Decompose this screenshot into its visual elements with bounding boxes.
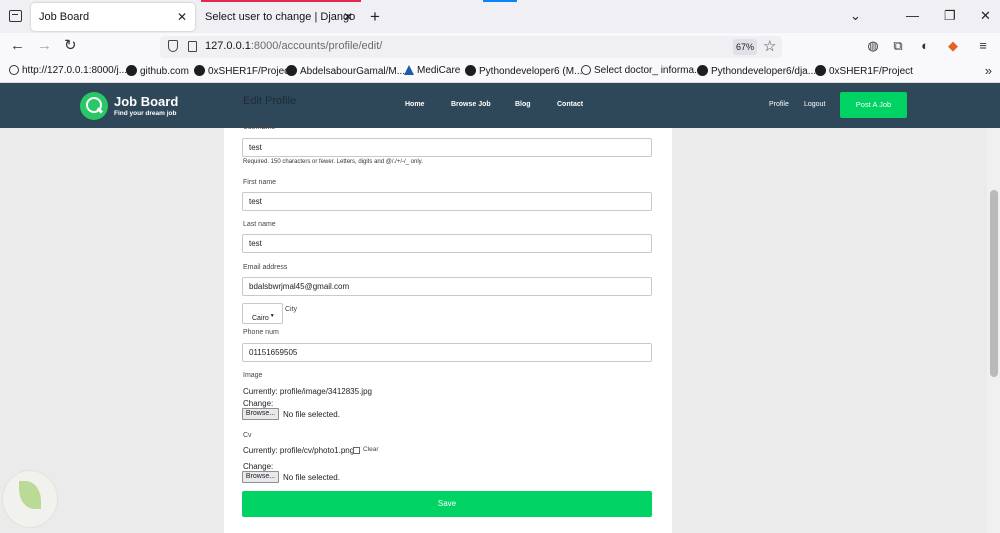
bookmark-item[interactable]: AbdelsabourGamal/M... xyxy=(286,65,405,77)
tab-list-icon[interactable] xyxy=(9,10,22,22)
address-bar[interactable]: 127.0.0.1:8000/accounts/profile/edit/ 67… xyxy=(160,36,782,58)
cv-clear-checkbox[interactable] xyxy=(353,447,360,454)
fox-icon[interactable]: ◆ xyxy=(945,38,961,54)
nav-home[interactable]: Home xyxy=(405,101,424,108)
cv-clear-label[interactable]: Clear xyxy=(363,446,379,453)
tab-loading-indicator xyxy=(201,0,361,2)
page-info-icon[interactable] xyxy=(188,41,197,52)
github-icon xyxy=(126,65,137,76)
image-no-file: No file selected. xyxy=(283,410,340,419)
nav-browse-job[interactable]: Browse Job xyxy=(451,101,491,108)
github-icon xyxy=(815,65,826,76)
minimize-icon[interactable]: — xyxy=(906,8,919,23)
last-name-label: Last name xyxy=(243,221,276,228)
cv-change-label: Change: xyxy=(243,462,274,471)
dropdown-caret-icon: ▼ xyxy=(269,313,275,319)
tab-title: Job Board xyxy=(39,11,90,23)
forward-arrow-icon[interactable]: → xyxy=(37,38,52,54)
cv-label: Cv xyxy=(243,432,252,439)
nav-logout[interactable]: Logout xyxy=(804,101,825,108)
menu-icon[interactable]: ≡ xyxy=(975,38,991,54)
search-logo-icon[interactable] xyxy=(80,92,108,120)
cv-current: Currently: profile/cv/photo1.png xyxy=(243,446,355,455)
post-job-button[interactable]: Post A Job xyxy=(840,92,907,118)
bookmark-item[interactable]: 0xSHER1F/Project xyxy=(194,65,292,77)
tab-job-board[interactable]: Job Board ✕ xyxy=(31,3,195,31)
zoom-level[interactable]: 67% xyxy=(733,39,757,55)
bookmark-item[interactable]: github.com xyxy=(126,65,189,77)
bookmark-item[interactable]: Pythondeveloper6 (M... xyxy=(465,65,582,77)
page-title: Edit Profile xyxy=(243,95,297,107)
bookmark-item[interactable]: Pythondeveloper6/dja... xyxy=(697,65,816,77)
phone-input[interactable]: 01151659505 xyxy=(242,343,652,362)
phone-label: Phone num xyxy=(243,329,279,336)
close-tab-icon[interactable]: ✕ xyxy=(343,3,353,31)
image-label: Image xyxy=(243,372,263,379)
first-name-input[interactable]: test xyxy=(242,192,652,211)
nav-profile[interactable]: Profile xyxy=(769,101,789,108)
bookmark-item[interactable]: MediCare xyxy=(404,65,460,76)
back-arrow-icon[interactable]: ← xyxy=(10,38,25,54)
github-icon xyxy=(194,65,205,76)
globe-icon xyxy=(9,65,19,75)
restore-icon[interactable]: ❐ xyxy=(944,8,956,24)
medicare-icon xyxy=(404,65,414,75)
cv-no-file: No file selected. xyxy=(283,473,340,482)
brand-tagline: Find your dream job xyxy=(114,110,177,117)
browser-tab-bar: Job Board ✕ Select user to change | Djan… xyxy=(0,0,1000,51)
github-icon xyxy=(697,65,708,76)
bookmarks-bar: http://127.0.0.1:8000/j... github.com 0x… xyxy=(0,61,1000,83)
scroll-thumb[interactable] xyxy=(990,190,998,377)
tab-loading-indicator-secondary xyxy=(483,0,517,2)
username-input[interactable]: test xyxy=(242,138,652,157)
close-tab-icon[interactable]: ✕ xyxy=(177,3,187,31)
bookmark-star-icon[interactable]: ☆ xyxy=(763,37,776,55)
tab-django-admin[interactable]: Select user to change | Django site a ✕ xyxy=(197,3,361,51)
globe-icon xyxy=(581,65,591,75)
city-selected-value: Cairo xyxy=(252,315,269,322)
page-scrollbar[interactable] xyxy=(987,128,1000,533)
image-change-label: Change: xyxy=(243,399,274,408)
brand-name[interactable]: Job Board xyxy=(114,94,178,109)
email-input[interactable]: bdalsbwrjmal45@gmail.com xyxy=(242,277,652,296)
city-select[interactable]: Cairo▼ xyxy=(242,303,283,324)
site-header: Job Board Find your dream job Edit Profi… xyxy=(0,83,1000,128)
bookmark-item[interactable]: Select doctor_ informa... xyxy=(581,65,702,76)
close-window-icon[interactable]: ✕ xyxy=(980,8,991,24)
username-help-text: Required. 150 characters or fewer. Lette… xyxy=(243,159,423,165)
browser-nav-bar: ← → ↻ 127.0.0.1:8000/accounts/profile/ed… xyxy=(0,33,1000,61)
bookmark-item[interactable]: 0xSHER1F/Project xyxy=(815,65,913,77)
watermark-logo xyxy=(2,470,58,528)
image-current: Currently: profile/image/3412835.jpg xyxy=(243,387,372,396)
city-label: City xyxy=(285,306,298,313)
github-icon xyxy=(465,65,476,76)
extension-icon[interactable]: ◐ xyxy=(917,38,933,54)
nav-blog[interactable]: Blog xyxy=(515,101,531,108)
account-icon[interactable]: ◍ xyxy=(865,38,881,54)
reload-icon[interactable]: ↻ xyxy=(64,38,77,54)
bookmark-item[interactable]: http://127.0.0.1:8000/j... xyxy=(9,65,127,76)
github-icon xyxy=(286,65,297,76)
save-button[interactable]: Save xyxy=(242,491,652,517)
first-name-label: First name xyxy=(243,179,277,186)
email-label: Email address xyxy=(243,264,288,271)
last-name-input[interactable]: test xyxy=(242,234,652,253)
chevron-right-icon[interactable]: » xyxy=(985,63,992,78)
shield-icon[interactable] xyxy=(168,40,178,52)
new-tab-icon[interactable]: + xyxy=(370,7,380,27)
leaf-icon xyxy=(19,481,41,509)
chevron-down-icon[interactable]: ⌄ xyxy=(850,8,861,24)
url-text[interactable]: 127.0.0.1:8000/accounts/profile/edit/ xyxy=(205,40,382,52)
cv-browse-button[interactable]: Browse... xyxy=(242,471,279,483)
image-browse-button[interactable]: Browse... xyxy=(242,408,279,420)
nav-contact[interactable]: Contact xyxy=(557,101,583,108)
extensions-icon[interactable]: ⧉ xyxy=(890,38,906,54)
username-label: Username xyxy=(243,124,276,131)
